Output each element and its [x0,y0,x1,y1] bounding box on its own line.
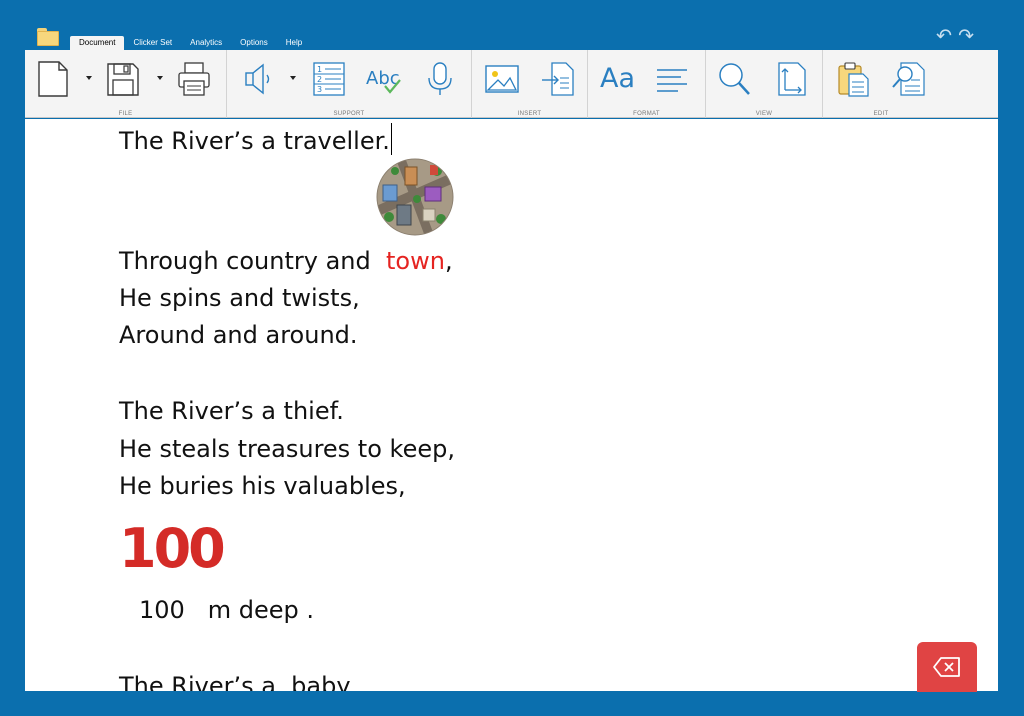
folder-icon[interactable] [37,28,59,46]
align-icon[interactable] [654,60,690,98]
speaker-dropdown[interactable] [290,76,296,80]
document-area[interactable]: The River’s a traveller. Through country… [25,119,998,691]
doc-line-text: , [444,247,453,275]
tab-options[interactable]: Options [231,36,277,50]
paste-icon[interactable] [835,60,871,98]
numbered-list-icon[interactable]: 123 [311,60,347,98]
ribbon-group-label: FILE [118,111,133,117]
ribbon-group-format: Aa FORMAT [588,50,706,118]
undo-icon[interactable]: ↶ [936,27,952,46]
find-icon[interactable] [891,60,927,98]
spellcheck-icon[interactable]: Abc [365,60,405,98]
backspace-icon [933,657,960,677]
menu-tabs: Document Clicker Set Analytics Options H… [70,36,311,50]
tab-clicker-set[interactable]: Clicker Set [124,36,181,50]
doc-line: He spins and twists, [119,284,360,312]
doc-line: 100 m deep . [139,596,314,624]
image-icon[interactable] [484,60,520,98]
number-symbol: 100 [119,517,226,580]
tab-analytics[interactable]: Analytics [181,36,231,50]
save-dropdown[interactable] [157,76,163,80]
svg-text:3: 3 [317,85,322,94]
town-map-image [375,157,455,237]
ribbon-group-support: 123 Abc SUPPORT [227,50,472,118]
ribbon-group-insert: INSERT [472,50,588,118]
tab-help[interactable]: Help [277,36,311,50]
ribbon-group-label: INSERT [517,111,542,117]
doc-line: The River’s a baby [119,672,351,691]
font-icon[interactable]: Aa [596,60,640,98]
tab-document[interactable]: Document [70,36,125,50]
ribbon-group-view: VIEW [706,50,823,118]
folder-body [37,31,59,46]
insert-file-icon[interactable] [540,60,576,98]
doc-line: Around and around. [119,321,358,349]
ribbon-group-edit: EDIT [823,50,939,118]
ribbon-group-label: SUPPORT [333,111,365,117]
ribbon-group-label: FORMAT [633,111,660,117]
highlighted-word: town [386,247,445,275]
undo-redo: ↶ ↷ [936,27,974,46]
ribbon-group-file: FILE [25,50,227,118]
save-icon[interactable] [105,60,141,98]
print-icon[interactable] [176,60,212,98]
zoom-icon[interactable] [716,60,752,98]
ribbon-group-label: EDIT [873,111,889,117]
new-document-dropdown[interactable] [86,76,92,80]
speaker-icon[interactable] [241,60,277,98]
redo-icon[interactable]: ↷ [958,27,974,46]
doc-line-text: The River’s a traveller. [119,127,390,155]
ribbon-toolbar: FILE 123 Abc SUPPORT INSERT Aa FORMAT VI… [25,50,998,118]
ribbon-group-label: VIEW [755,111,773,117]
text-cursor [390,123,392,155]
doc-line: The River’s a thief. [119,397,344,425]
backspace-button[interactable] [917,642,977,692]
svg-text:2: 2 [317,75,322,84]
doc-line-text: Through country and [119,247,386,275]
svg-text:1: 1 [317,65,322,74]
new-document-icon[interactable] [35,60,71,98]
page-size-icon[interactable] [774,60,810,98]
doc-line: Through country and town, [119,247,453,275]
doc-line: He buries his valuables, [119,472,406,500]
microphone-icon[interactable] [422,60,458,98]
doc-line: He steals treasures to keep, [119,435,455,463]
font-sample: Aa [600,63,636,94]
doc-line: The River’s a traveller. [119,123,392,155]
